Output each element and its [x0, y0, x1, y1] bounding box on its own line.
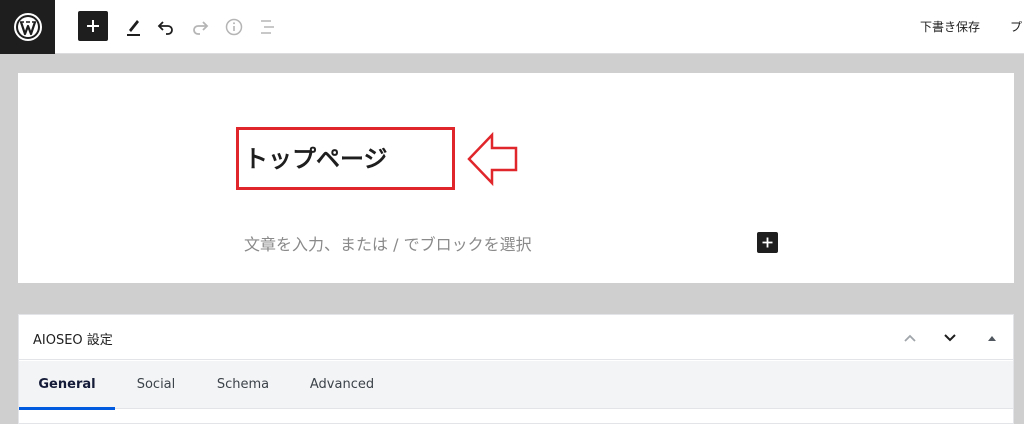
plus-icon	[87, 20, 99, 32]
tab-label: Advanced	[309, 377, 375, 392]
details-button[interactable]	[218, 11, 250, 43]
move-up-button[interactable]	[899, 327, 921, 349]
wordpress-logo-button[interactable]	[0, 0, 55, 54]
tab-general[interactable]: General	[19, 361, 115, 410]
preview-button[interactable]: プ	[1010, 0, 1024, 54]
aioseo-metabox: AIOSEO 設定 General Social Schema Advanced	[18, 314, 1014, 424]
toggle-panel-button[interactable]	[981, 327, 1003, 349]
block-inserter-button[interactable]	[78, 11, 108, 41]
pencil-icon	[127, 20, 140, 36]
redo-button[interactable]	[184, 11, 216, 43]
undo-icon	[157, 21, 173, 35]
active-tab-indicator	[19, 407, 115, 410]
plus-icon	[762, 237, 773, 248]
wordpress-icon	[13, 13, 42, 41]
tab-label: General	[38, 377, 96, 392]
metabox-title: AIOSEO 設定	[33, 333, 113, 348]
move-down-button[interactable]	[939, 327, 961, 349]
save-draft-button[interactable]: 下書き保存	[920, 0, 980, 54]
list-view-button[interactable]	[252, 11, 284, 43]
tab-social[interactable]: Social	[131, 361, 181, 409]
caret-up-icon	[988, 336, 996, 341]
tools-button[interactable]	[117, 11, 149, 43]
highlight-box	[236, 127, 455, 190]
info-icon	[225, 18, 243, 36]
chevron-up-icon	[904, 334, 916, 342]
undo-button[interactable]	[150, 11, 182, 43]
metabox-header: AIOSEO 設定	[19, 315, 1013, 360]
list-view-icon	[261, 20, 274, 34]
tab-label: Schema	[216, 377, 270, 392]
editor-toolbar: 下書き保存 プ	[0, 0, 1024, 54]
inline-block-inserter-button[interactable]	[757, 232, 778, 253]
tab-label: Social	[136, 377, 176, 392]
block-placeholder[interactable]: 文章を入力、または / でブロックを選択	[244, 231, 532, 255]
redo-icon	[193, 21, 209, 35]
chevron-down-icon	[944, 334, 956, 342]
left-arrow-annotation-icon	[467, 131, 518, 187]
metabox-tabs: General Social Schema Advanced	[19, 361, 1013, 410]
tab-advanced[interactable]: Advanced	[309, 361, 375, 409]
tab-schema[interactable]: Schema	[215, 361, 271, 409]
